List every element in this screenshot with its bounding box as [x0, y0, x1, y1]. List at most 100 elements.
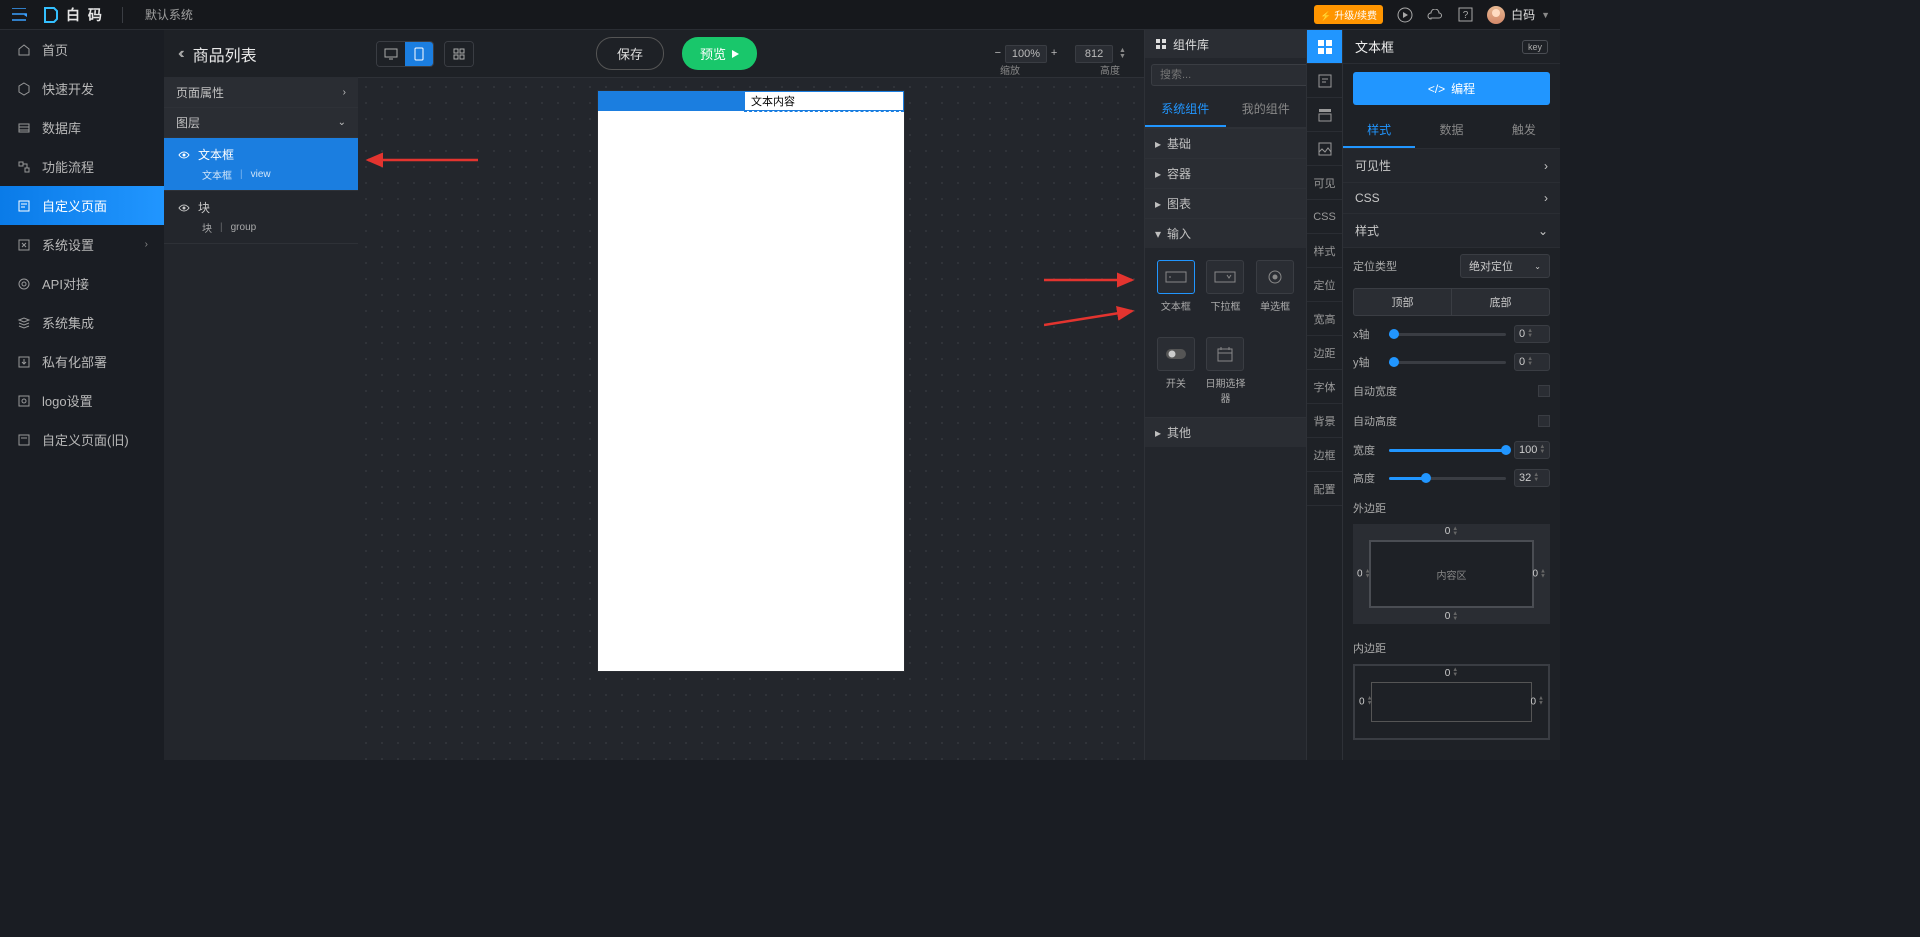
- margin-top-input[interactable]: 0▲▼: [1445, 526, 1459, 537]
- props-title: 文本框: [1355, 37, 1394, 56]
- auto-width-toggle[interactable]: [1538, 385, 1550, 397]
- margin-bottom-input[interactable]: 0▲▼: [1445, 611, 1459, 622]
- mtab-text-icon[interactable]: [1307, 64, 1342, 98]
- canvas[interactable]: [358, 79, 1144, 760]
- sidebar-item-database[interactable]: 数据库: [0, 108, 164, 147]
- acc-chart[interactable]: ▸图表: [1145, 188, 1306, 218]
- comp-textbox[interactable]: 文本框: [1151, 256, 1201, 317]
- tab-my-components[interactable]: 我的组件: [1226, 92, 1307, 127]
- x-slider[interactable]: [1389, 333, 1506, 336]
- margin-label: 外边距: [1343, 492, 1560, 520]
- margin-right-input[interactable]: 0▲▼: [1532, 569, 1546, 580]
- mtab-border[interactable]: 边框: [1307, 438, 1342, 472]
- selected-textbox[interactable]: [744, 91, 904, 111]
- height-spinner[interactable]: ▲▼: [1119, 48, 1126, 60]
- comp-switch[interactable]: 开关: [1151, 333, 1201, 409]
- acc-input[interactable]: ▾输入: [1145, 218, 1306, 248]
- acc-container[interactable]: ▸容器: [1145, 158, 1306, 188]
- position-type-select[interactable]: 绝对定位⌄: [1460, 254, 1550, 278]
- mtab-size[interactable]: 宽高: [1307, 302, 1342, 336]
- system-name[interactable]: 默认系统: [141, 6, 193, 23]
- mtab-style[interactable]: 样式: [1307, 234, 1342, 268]
- ptab-data[interactable]: 数据: [1415, 113, 1487, 148]
- cloud-icon[interactable]: [1427, 7, 1443, 23]
- properties-panel: 文本框 key </>编程 样式 数据 触发 可见性› CSS› 样式⌄ 定位类…: [1342, 30, 1560, 760]
- anchor-top-button[interactable]: 顶部: [1353, 288, 1451, 316]
- acc-visibility[interactable]: 可见性›: [1343, 149, 1560, 183]
- comp-dropdown[interactable]: 下拉框: [1201, 256, 1251, 317]
- help-icon[interactable]: ?: [1457, 7, 1473, 23]
- sidebar-item-custompage-old[interactable]: 自定义页面(旧): [0, 420, 164, 459]
- mtab-components[interactable]: [1307, 30, 1342, 64]
- x-input[interactable]: 0▲▼: [1514, 325, 1550, 343]
- mtab-position[interactable]: 定位: [1307, 268, 1342, 302]
- mtab-margin[interactable]: 边距: [1307, 336, 1342, 370]
- ptab-trigger[interactable]: 触发: [1488, 113, 1560, 148]
- upgrade-badge[interactable]: ⚡ 升级/续费: [1314, 5, 1383, 24]
- tab-system-components[interactable]: 系统组件: [1145, 92, 1226, 127]
- auto-height-toggle[interactable]: [1538, 415, 1550, 427]
- sidebar-item-logo[interactable]: logo设置: [0, 381, 164, 420]
- sidebar-item-integration[interactable]: 系统集成: [0, 303, 164, 342]
- layers-accordion[interactable]: 图层⌄: [164, 108, 358, 137]
- logo[interactable]: 白 码: [42, 5, 104, 25]
- mtab-image-icon[interactable]: [1307, 132, 1342, 166]
- chevron-down-icon: ▼: [1541, 10, 1550, 20]
- zoom-value[interactable]: 100%: [1005, 45, 1047, 63]
- sidebar-item-quickdev[interactable]: 快速开发: [0, 69, 164, 108]
- component-search-input[interactable]: [1151, 64, 1310, 86]
- sidebar-item-custompage[interactable]: 自定义页面: [0, 186, 164, 225]
- mtab-background[interactable]: 背景: [1307, 404, 1342, 438]
- acc-basic[interactable]: ▸基础: [1145, 128, 1306, 158]
- code-button[interactable]: </>编程: [1353, 72, 1550, 105]
- zoom-in-button[interactable]: +: [1047, 47, 1061, 61]
- mtab-font[interactable]: 字体: [1307, 370, 1342, 404]
- visibility-icon[interactable]: [178, 149, 190, 161]
- width-input[interactable]: 100▲▼: [1514, 441, 1550, 459]
- width-slider[interactable]: [1389, 449, 1506, 452]
- mtab-visible[interactable]: 可见: [1307, 166, 1342, 200]
- play-circle-icon[interactable]: [1397, 7, 1413, 23]
- margin-left-input[interactable]: 0▲▼: [1357, 569, 1371, 580]
- top-header: 白 码 默认系统 ⚡ 升级/续费 ? 白码 ▼: [0, 0, 1560, 30]
- y-input[interactable]: 0▲▼: [1514, 353, 1550, 371]
- ptab-style[interactable]: 样式: [1343, 113, 1415, 148]
- comp-datepicker[interactable]: 日期选择器: [1201, 333, 1251, 409]
- height-input[interactable]: 32▲▼: [1514, 469, 1550, 487]
- page-attr-accordion[interactable]: 页面属性›: [164, 78, 358, 107]
- back-icon[interactable]: ‹‹: [178, 45, 181, 63]
- sidebar-item-api[interactable]: API对接: [0, 264, 164, 303]
- acc-css[interactable]: CSS›: [1343, 183, 1560, 214]
- layer-item-textbox[interactable]: 文本框 文本框|view: [164, 138, 358, 191]
- height-value[interactable]: 812: [1075, 45, 1113, 63]
- acc-style[interactable]: 样式⌄: [1343, 214, 1560, 248]
- padding-top-input[interactable]: 0▲▼: [1445, 668, 1459, 679]
- logo-icon: [16, 393, 32, 409]
- padding-left-input[interactable]: 0▲▼: [1359, 697, 1373, 708]
- user-name: 白码: [1511, 6, 1535, 23]
- page-old-icon: [16, 432, 32, 448]
- component-library: 组件库 系统组件 我的组件 ▸基础 ▸容器 ▸图表 ▾输入 文本框 下拉框 单选…: [1144, 30, 1306, 760]
- padding-box-editor[interactable]: 0▲▼ 0▲▼ 0▲▼: [1353, 664, 1550, 740]
- menu-icon[interactable]: [10, 5, 30, 25]
- margin-box-editor[interactable]: 0▲▼ 0▲▼ 0▲▼ 0▲▼ 内容区: [1353, 524, 1550, 624]
- padding-right-input[interactable]: 0▲▼: [1530, 697, 1544, 708]
- sidebar-item-private[interactable]: 私有化部署: [0, 342, 164, 381]
- sidebar-item-settings[interactable]: 系统设置›: [0, 225, 164, 264]
- user-menu[interactable]: 白码 ▼: [1487, 6, 1550, 24]
- textbox-input[interactable]: [745, 92, 903, 110]
- layer-item-block[interactable]: 块 块|group: [164, 191, 358, 244]
- sidebar-item-home[interactable]: 首页: [0, 30, 164, 69]
- visibility-icon[interactable]: [178, 202, 190, 214]
- mtab-config[interactable]: 配置: [1307, 472, 1342, 506]
- mtab-layout-icon[interactable]: [1307, 98, 1342, 132]
- sidebar-item-workflow[interactable]: 功能流程: [0, 147, 164, 186]
- key-button[interactable]: key: [1522, 40, 1548, 54]
- acc-other[interactable]: ▸其他: [1145, 417, 1306, 447]
- comp-radio[interactable]: 单选框: [1250, 256, 1300, 317]
- mtab-css[interactable]: CSS: [1307, 200, 1342, 234]
- y-slider[interactable]: [1389, 361, 1506, 364]
- zoom-out-button[interactable]: −: [991, 47, 1005, 61]
- height-slider[interactable]: [1389, 477, 1506, 480]
- anchor-bottom-button[interactable]: 底部: [1451, 288, 1550, 316]
